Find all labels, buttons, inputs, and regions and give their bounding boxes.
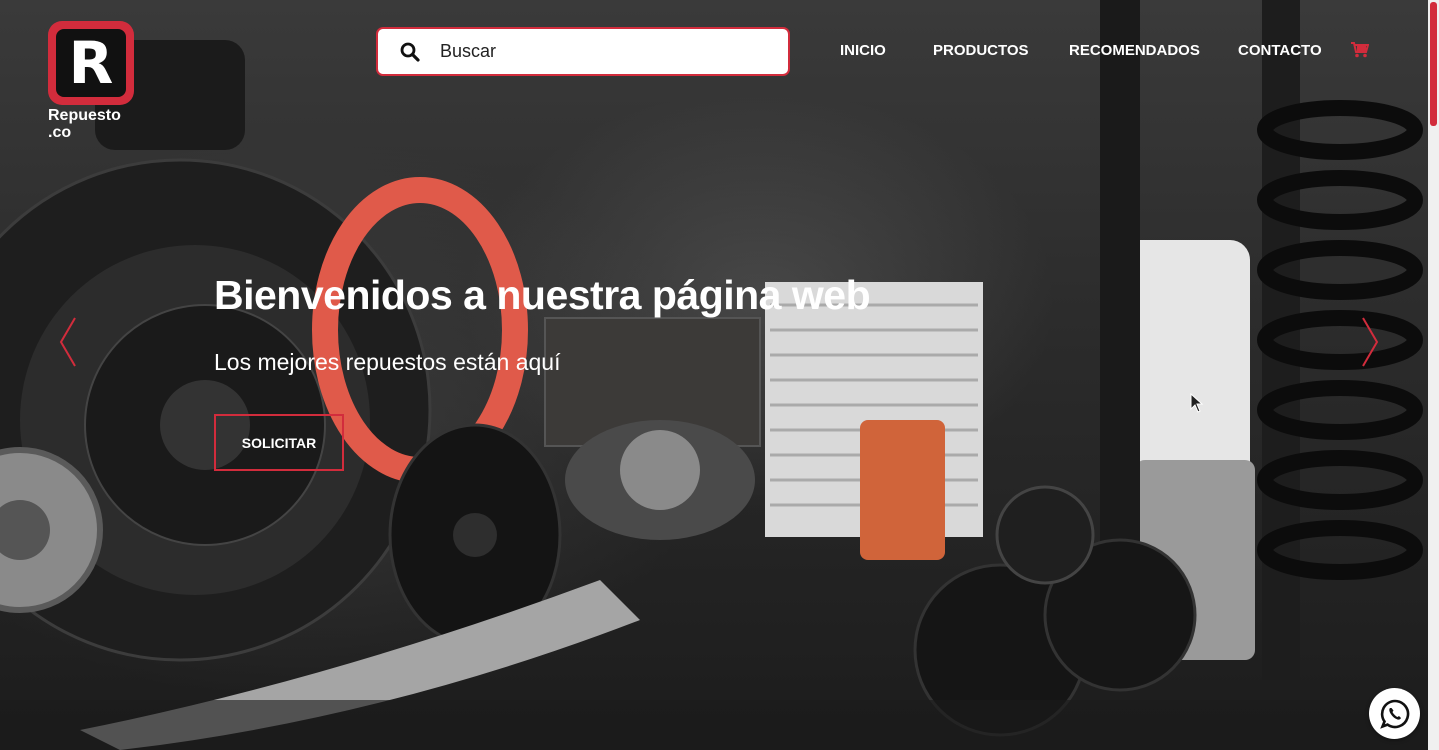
nav-item-contacto[interactable]: CONTACTO [1238,42,1322,59]
brand-name: Repuesto .co [48,107,138,141]
brand-name-line1: Repuesto [48,107,121,124]
whatsapp-button[interactable] [1369,688,1420,739]
whatsapp-icon [1379,699,1409,729]
logo-mark: R [48,21,134,105]
nav-item-inicio[interactable]: INICIO [840,42,886,59]
hero-title: Bienvenidos a nuestra página web [214,272,871,318]
brand-name-line2: .co [48,124,72,141]
hero-subtitle: Los mejores repuestos están aquí [214,349,561,375]
nav-item-productos[interactable]: PRODUCTOS [933,42,1029,59]
chevron-right-icon[interactable] [1360,316,1380,368]
search-bar[interactable] [376,27,790,76]
scrollbar-thumb[interactable] [1430,2,1437,126]
logo-letter: R [68,29,114,97]
page-scrollbar[interactable] [1428,0,1439,750]
solicitar-button[interactable]: SOLICITAR [214,414,344,471]
mouse-cursor-icon [1190,393,1204,413]
cart-icon[interactable] [1351,42,1369,58]
chevron-left-icon[interactable] [58,316,78,368]
search-input[interactable] [440,41,760,62]
nav-item-recomendados[interactable]: RECOMENDADOS [1069,42,1200,59]
brand-logo[interactable]: R Repuesto .co [48,21,138,143]
search-icon[interactable] [400,42,420,62]
